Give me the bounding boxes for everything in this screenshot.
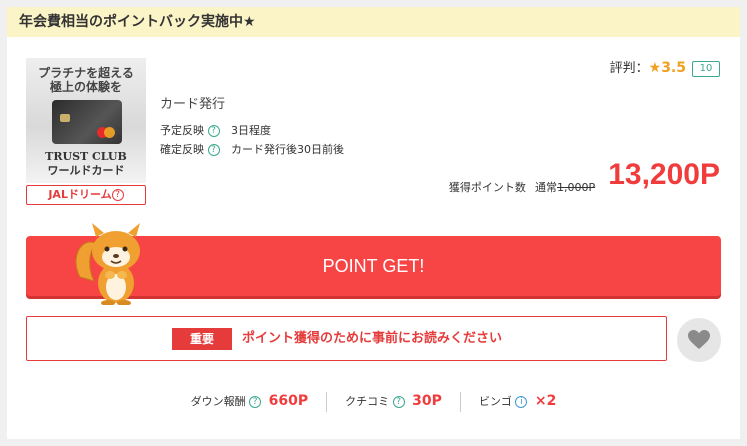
usual-points: 通常1,000P [535, 181, 595, 194]
star-icon: ★ [648, 60, 662, 76]
card-chip [60, 114, 70, 122]
thumbnail-brand: TRUST CLUB ワールドカード [26, 150, 146, 178]
help-icon[interactable]: ? [207, 144, 220, 156]
confirmed-reflection-row: 確定反映 ? カード発行後30日前後 [160, 141, 344, 157]
thumbnail-line2: 極上の体験を [49, 80, 122, 94]
help-icon[interactable]: ? [207, 125, 220, 137]
scheduled-reflection-label: 予定反映 [160, 124, 204, 137]
jal-dream-tag[interactable]: JALドリーム? [26, 185, 146, 205]
stat-label: ビンゴ [478, 395, 512, 408]
bonus-stats: ダウン報酬 ? 660P クチコミ ? 30P ビンゴ i ×2 [7, 389, 740, 413]
stat-label: ダウン報酬 [190, 395, 246, 408]
confirmed-reflection-value: カード発行後30日前後 [231, 143, 344, 156]
scheduled-reflection-row: 予定反映 ? 3日程度 [160, 122, 271, 138]
campaign-banner: 年会費相当のポイントバック実施中★ [7, 7, 740, 37]
notice-text[interactable]: ポイント獲得のために事前にお読みください [242, 328, 502, 350]
favorite-button[interactable] [677, 318, 721, 362]
points-value: 13,200P [608, 158, 720, 191]
usual-label: 通常 [535, 181, 557, 194]
info-icon[interactable]: i [515, 396, 528, 408]
rating-label: 評判： [609, 61, 649, 76]
card-thumbnail[interactable]: プラチナを超える 極上の体験を TRUST CLUB ワールドカード [26, 58, 146, 183]
usual-value: 1,000P [557, 181, 596, 194]
mastercard-logo-orange [104, 127, 115, 138]
squirrel-mascot-icon [75, 223, 140, 305]
confirmed-reflection-label: 確定反映 [160, 143, 204, 156]
stat-download-reward: ダウン報酬 ? 660P [173, 389, 326, 414]
heart-icon [688, 330, 710, 349]
stat-value: 660P [268, 393, 309, 409]
important-badge: 重要 [172, 328, 232, 350]
jal-dream-label: JALドリーム [48, 188, 112, 201]
stat-label: クチコミ [345, 395, 390, 408]
stat-value: ×2 [534, 393, 557, 409]
stat-value: 30P [412, 393, 442, 409]
help-icon[interactable]: ? [392, 396, 405, 408]
thumbnail-line4: ワールドカード [47, 164, 125, 177]
points-label: 獲得ポイント数 [448, 181, 526, 194]
stat-review: クチコミ ? 30P [327, 389, 460, 414]
offer-title: カード発行 [160, 97, 226, 112]
credit-card-image [52, 100, 122, 144]
rating-score: 3.5 [661, 60, 686, 76]
scheduled-reflection-value: 3日程度 [231, 124, 271, 137]
help-icon[interactable]: ? [249, 396, 262, 408]
thumbnail-caption: プラチナを超える 極上の体験を [26, 66, 146, 94]
help-icon[interactable]: ? [111, 189, 124, 201]
important-notice[interactable]: 重要 ポイント獲得のために事前にお読みください [26, 316, 667, 361]
points-earned: 獲得ポイント数 通常1,000P 13,200P [449, 155, 720, 195]
review-count-badge[interactable]: 10 [692, 60, 720, 77]
rating: 評判：★3.5 10 [610, 58, 720, 78]
thumbnail-line3: TRUST CLUB [45, 150, 127, 163]
thumbnail-line1: プラチナを超える [38, 66, 134, 80]
offer-card: 年会費相当のポイントバック実施中★ プラチナを超える 極上の体験を TRUST … [7, 7, 740, 439]
stat-bingo: ビンゴ i ×2 [461, 389, 574, 414]
